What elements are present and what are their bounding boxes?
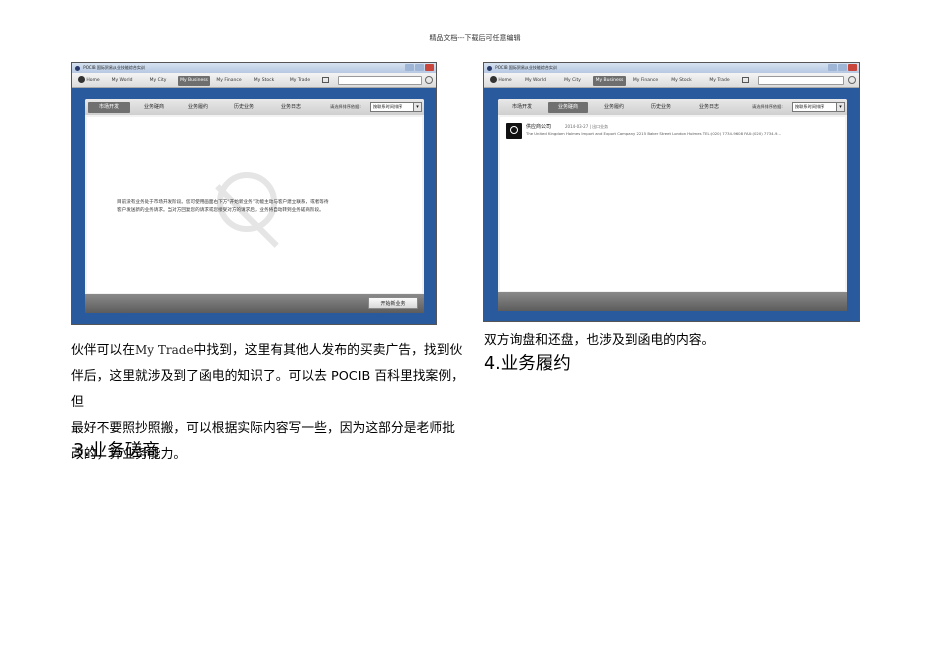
chevron-down-icon: ▾ [836, 103, 844, 111]
window-titlebar: POCIB 国际贸易从业技能综合实训 [484, 63, 859, 73]
minimize-icon[interactable] [405, 64, 414, 71]
close-icon[interactable] [425, 64, 434, 71]
bottom-toolbar: 开始新业务 [85, 294, 424, 313]
business-tabs: 市场开发 业务磋商 业务履约 历史业务 业务日志 请选择排序依据: 按联系时间排… [498, 99, 847, 115]
section-heading-fulfillment: 4.业务履约 [484, 354, 571, 374]
home-logo-icon [78, 76, 86, 83]
nav-my-stock[interactable]: My Stock [250, 76, 278, 86]
business-tabs: 市场开发 业务磋商 业务履约 历史业务 业务日志 请选择排序依据: 按联系时间排… [85, 99, 424, 115]
nav-my-city[interactable]: My City [558, 76, 587, 86]
window-controls [404, 64, 434, 71]
business-list: 供应商公司 2014-03-27 | 出口业务 The United Kingd… [500, 117, 845, 291]
maximize-icon[interactable] [415, 64, 424, 71]
business-panel: 市场开发 业务磋商 业务履约 历史业务 业务日志 请选择排序依据: 按联系时间排… [498, 99, 847, 311]
sort-label: 请选择排序依据: [752, 104, 783, 109]
tab-market-development[interactable]: 市场开发 [88, 102, 130, 113]
nav-my-stock[interactable]: My Stock [667, 76, 696, 86]
close-icon[interactable] [848, 64, 857, 71]
top-nav: Home My World My City My Business My Fin… [72, 73, 436, 88]
app-logo-icon [75, 65, 80, 71]
tab-fulfillment[interactable]: 业务履约 [594, 102, 634, 113]
nav-my-world[interactable]: My World [521, 76, 550, 86]
list-item[interactable]: 供应商公司 2014-03-27 | 出口业务 The United Kingd… [506, 123, 836, 141]
business-panel: 市场开发 业务磋商 业务履约 历史业务 业务日志 请选择排序依据: 按联系时间排… [85, 99, 424, 313]
company-date: 2014-03-27 | 出口业务 [565, 124, 609, 129]
tab-negotiation[interactable]: 业务磋商 [135, 102, 173, 113]
company-name: 供应商公司 [526, 124, 552, 130]
sort-select[interactable]: 按联系时间排序 ▾ [792, 102, 845, 112]
nav-my-trade[interactable]: My Trade [705, 76, 734, 86]
nav-my-finance[interactable]: My Finance [630, 76, 661, 86]
company-logo-icon [506, 123, 522, 139]
page-header: 精品文档---下载后可任意编辑 [429, 34, 521, 42]
window-title: POCIB 国际贸易从业技能综合实训 [495, 65, 557, 70]
right-caption: 双方询盘和还盘，也涉及到函电的内容。 [484, 333, 715, 348]
empty-message: 目前没有业务处于市场开发阶段。您可使用画面右下方“开始新业务”功能主动与客户建立… [117, 200, 329, 213]
nav-home[interactable]: Home [486, 76, 516, 86]
mail-icon[interactable] [742, 77, 749, 83]
nav-my-trade[interactable]: My Trade [286, 76, 314, 86]
empty-list-area: 目前没有业务处于市场开发阶段。您可使用画面右下方“开始新业务”功能主动与客户建立… [87, 117, 422, 293]
chevron-down-icon: ▾ [413, 103, 421, 111]
window-titlebar: POCIB 国际贸易从业技能综合实训 [72, 63, 436, 73]
sort-label: 请选择排序依据: [330, 104, 361, 109]
tab-market-development[interactable]: 市场开发 [502, 102, 542, 113]
window-controls [827, 64, 857, 71]
mail-icon[interactable] [322, 77, 329, 83]
minimize-icon[interactable] [828, 64, 837, 71]
tab-log[interactable]: 业务日志 [689, 102, 729, 113]
screenshot-negotiation: POCIB 国际贸易从业技能综合实训 Home My World My City… [483, 62, 860, 322]
screenshot-market-development: POCIB 国际贸易从业技能综合实训 Home My World My City… [71, 62, 437, 325]
tab-log[interactable]: 业务日志 [272, 102, 310, 113]
tab-fulfillment[interactable]: 业务履约 [179, 102, 217, 113]
section-heading-negotiation: 3.业务磋商 [73, 441, 160, 461]
maximize-icon[interactable] [838, 64, 847, 71]
window-title: POCIB 国际贸易从业技能综合实训 [83, 65, 145, 70]
nav-my-business[interactable]: My Business [593, 76, 626, 86]
home-logo-icon [490, 76, 498, 83]
company-detail: The United Kingdom Holmes Import and Exp… [526, 131, 781, 136]
top-nav: Home My World My City My Business My Fin… [484, 73, 859, 88]
tab-history[interactable]: 历史业务 [641, 102, 681, 113]
start-new-business-button[interactable]: 开始新业务 [368, 297, 418, 309]
tab-history[interactable]: 历史业务 [225, 102, 263, 113]
nav-my-business[interactable]: My Business [178, 76, 210, 86]
tab-negotiation[interactable]: 业务磋商 [548, 102, 588, 113]
search-input[interactable] [338, 76, 422, 85]
nav-my-world[interactable]: My World [108, 76, 136, 86]
nav-my-city[interactable]: My City [144, 76, 172, 86]
help-icon[interactable] [848, 76, 856, 84]
search-input[interactable] [758, 76, 844, 85]
bottom-toolbar [498, 292, 847, 311]
sort-select[interactable]: 按联系时间排序 ▾ [370, 102, 422, 112]
nav-my-finance[interactable]: My Finance [214, 76, 244, 86]
app-logo-icon [487, 65, 492, 71]
nav-home[interactable]: Home [74, 76, 104, 86]
help-icon[interactable] [425, 76, 433, 84]
